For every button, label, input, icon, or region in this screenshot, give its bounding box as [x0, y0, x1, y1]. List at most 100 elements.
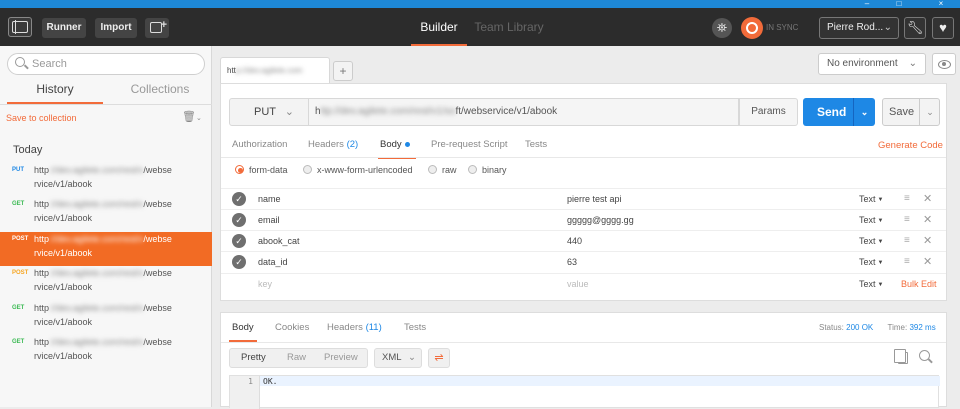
tab-response-body[interactable]: Body [232, 322, 254, 333]
method-select[interactable]: PUT ⌄ [229, 98, 309, 126]
sync-icon[interactable] [741, 17, 763, 39]
import-button[interactable]: Import [95, 18, 137, 38]
url-input[interactable]: http://dev.agilete.com/rest/v1/soft/webs… [309, 98, 739, 126]
checkbox-checked-icon[interactable]: ✓ [232, 192, 246, 206]
form-key[interactable]: name [258, 194, 281, 204]
checkbox-checked-icon[interactable]: ✓ [232, 234, 246, 248]
view-raw-button[interactable]: Raw [287, 352, 306, 363]
line-number: 1 [248, 377, 253, 386]
chevron-down-icon[interactable]: ⌄ [919, 99, 940, 125]
history-url-end: /webse [143, 234, 172, 244]
heart-icon[interactable]: ♥ [932, 17, 954, 39]
sidebar-toggle-icon[interactable] [8, 17, 32, 37]
checkbox-checked-icon[interactable]: ✓ [232, 213, 246, 227]
new-tab-icon[interactable]: + [145, 18, 169, 38]
type-select[interactable]: Text ▼ [859, 215, 883, 225]
tab-cookies[interactable]: Cookies [275, 322, 309, 333]
close-icon[interactable]: ✕ [923, 213, 932, 226]
drag-handle-icon[interactable]: ≡ [904, 235, 910, 246]
save-button[interactable]: Save ⌄ [882, 98, 940, 126]
view-preview-button[interactable]: Preview [324, 352, 358, 363]
history-url-redacted: ://dev.agilete.com/rest/v [49, 337, 144, 347]
send-button[interactable]: Send ⌄ [803, 98, 875, 126]
type-select[interactable]: Text ▼ [859, 257, 883, 267]
tab-history[interactable]: History [7, 82, 103, 104]
tab-body[interactable]: Body [380, 139, 410, 150]
search-box[interactable] [7, 53, 205, 75]
wrap-lines-icon[interactable]: ⇌ [428, 348, 450, 368]
tab-response-tests[interactable]: Tests [404, 322, 426, 333]
format-select[interactable]: XML ⌄ [374, 348, 422, 368]
history-item[interactable]: POST http://dev.agilete.com/rest/v/webse… [0, 266, 212, 300]
chevron-down-icon[interactable]: ⌄ [853, 98, 875, 126]
tab-headers[interactable]: Headers (2) [308, 139, 358, 150]
save-to-collection-link[interactable]: Save to collection [6, 113, 77, 123]
form-key[interactable]: data_id [258, 257, 288, 267]
tab-prerequest-script[interactable]: Pre-request Script [431, 139, 508, 150]
view-pretty-button[interactable]: Pretty [241, 352, 266, 363]
radio-raw[interactable]: raw [428, 165, 457, 175]
close-icon[interactable]: ✕ [923, 192, 932, 205]
tab-tests[interactable]: Tests [525, 139, 547, 150]
time-label: Time: [887, 323, 908, 332]
request-tab[interactable]: http://dev.agilete.com [220, 57, 330, 83]
form-value[interactable]: pierre test api [567, 194, 622, 204]
drag-handle-icon[interactable]: ≡ [904, 193, 910, 204]
request-tab-title: htt [227, 66, 236, 75]
history-item-selected[interactable]: POST http://dev.agilete.com/rest/v/webse… [0, 232, 212, 266]
form-value[interactable]: ggggg@gggg.gg [567, 215, 634, 225]
line-gutter: 1 [230, 376, 260, 409]
trash-icon[interactable]: 🗑︎⌄ [182, 110, 202, 123]
form-key[interactable]: abook_cat [258, 236, 300, 246]
add-tab-button[interactable]: + [333, 61, 353, 81]
checkbox-checked-icon[interactable]: ✓ [232, 255, 246, 269]
history-item[interactable]: PUT http://dev.agilete.com/rest/v/webse … [0, 163, 212, 197]
wrench-icon[interactable]: 🔧︎ [904, 17, 926, 39]
history-item[interactable]: GET http://dev.agilete.com/rest/v/webse … [0, 301, 212, 335]
close-icon[interactable]: ✕ [923, 255, 932, 268]
history-url-end: /webse [143, 199, 172, 209]
new-key-input[interactable]: key [258, 279, 272, 289]
time-value: 392 ms [909, 323, 936, 332]
type-select[interactable]: Text ▼ [859, 279, 883, 289]
history-item[interactable]: GET http://dev.agilete.com/rest/v/webse … [0, 335, 212, 369]
drag-handle-icon[interactable]: ≡ [904, 214, 910, 225]
maximize-button[interactable]: □ [893, 0, 905, 8]
new-value-input[interactable]: value [567, 279, 589, 289]
tab-collections[interactable]: Collections [108, 82, 212, 104]
form-value[interactable]: 440 [567, 236, 582, 246]
radio-binary[interactable]: binary [468, 165, 507, 175]
type-select[interactable]: Text ▼ [859, 236, 883, 246]
history-item[interactable]: GET http://dev.agilete.com/rest/v/webse … [0, 197, 212, 231]
tab-authorization[interactable]: Authorization [232, 139, 287, 150]
bulk-edit-link[interactable]: Bulk Edit [901, 279, 937, 289]
minimize-button[interactable]: – [861, 0, 873, 8]
interceptor-icon[interactable]: ⛯ [712, 18, 732, 38]
history-url-line2: rvice/v1/abook [34, 179, 93, 189]
params-button[interactable]: Params [739, 98, 798, 126]
history-url-line2: rvice/v1/abook [34, 213, 93, 223]
generate-code-link[interactable]: Generate Code [878, 140, 943, 151]
radio-form-data[interactable]: form-data [235, 165, 288, 175]
eye-icon[interactable] [932, 53, 956, 75]
close-icon[interactable]: ✕ [923, 234, 932, 247]
close-window-button[interactable]: × [935, 0, 947, 8]
radio-urlencoded[interactable]: x-www-form-urlencoded [303, 165, 413, 175]
search-input[interactable] [32, 56, 192, 72]
radio-selected-icon [235, 165, 244, 174]
tab-builder[interactable]: Builder [411, 8, 467, 46]
form-key[interactable]: email [258, 215, 280, 225]
tab-response-headers[interactable]: Headers (11) [327, 322, 382, 333]
form-value[interactable]: 63 [567, 257, 577, 267]
radio-label: form-data [249, 165, 288, 175]
divider [221, 342, 946, 343]
environment-select[interactable]: No environment ⌄ [818, 53, 926, 75]
response-body-editor[interactable]: 1 OK. [229, 375, 940, 409]
search-icon[interactable] [919, 350, 930, 361]
tab-team-library[interactable]: Team Library [474, 8, 544, 46]
type-select[interactable]: Text ▼ [859, 194, 883, 204]
user-menu-button[interactable]: Pierre Rod... ⌄ [819, 17, 899, 39]
drag-handle-icon[interactable]: ≡ [904, 256, 910, 267]
copy-icon[interactable] [894, 349, 908, 364]
runner-button[interactable]: Runner [42, 18, 86, 38]
